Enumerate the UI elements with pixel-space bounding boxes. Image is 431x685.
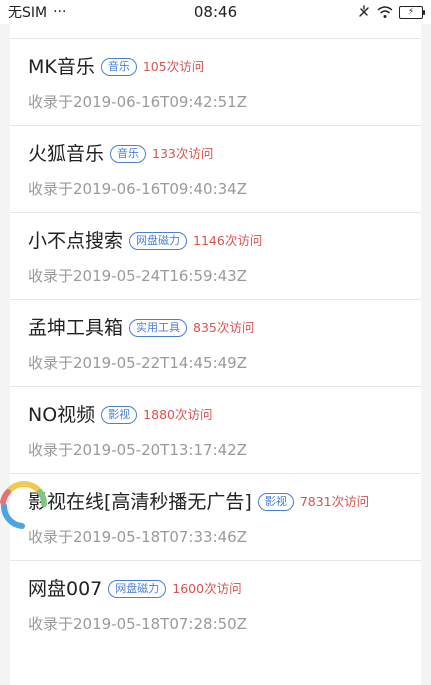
list-item[interactable]: NO视频 影视 1880次访问 收录于2019-05-20T13:17:42Z: [10, 386, 421, 473]
added-date: 收录于2019-06-16T09:40:34Z: [28, 180, 247, 198]
status-left: 无SIM ···: [8, 2, 66, 22]
item-title-row: 孟坤工具箱 实用工具 835次访问: [28, 314, 403, 342]
visit-count: 1146次访问: [193, 233, 263, 248]
category-tag[interactable]: 音乐: [110, 145, 147, 163]
category-tag[interactable]: 网盘磁力: [129, 232, 188, 250]
spinner-segment-green: [37, 489, 47, 507]
battery-icon: ⚡: [399, 5, 425, 19]
item-title: 火狐音乐: [28, 143, 105, 165]
visit-count: 835次访问: [193, 320, 255, 335]
item-title-row: 火狐音乐 音乐 133次访问: [28, 140, 403, 168]
category-tag[interactable]: 影视: [101, 406, 138, 424]
item-title-row: MK音乐 音乐 105次访问: [28, 53, 403, 81]
list-item[interactable]: MK音乐 音乐 105次访问 收录于2019-06-16T09:42:51Z: [10, 38, 421, 125]
spinner-segment-yellow: [5, 481, 43, 495]
added-date: 收录于2019-06-16T09:42:51Z: [28, 93, 247, 111]
item-title: 网盘007: [28, 578, 103, 600]
list-item[interactable]: 火狐音乐 音乐 133次访问 收录于2019-06-16T09:40:34Z: [10, 125, 421, 212]
site-list[interactable]: MK音乐 音乐 105次访问 收录于2019-06-16T09:42:51Z 火…: [10, 24, 421, 685]
list-item[interactable]: 小不点搜索 网盘磁力 1146次访问 收录于2019-05-24T16:59:4…: [10, 212, 421, 299]
added-date: 收录于2019-05-20T13:17:42Z: [28, 441, 247, 459]
added-date: 收录于2019-05-24T16:59:43Z: [28, 267, 247, 285]
wifi-icon: [377, 5, 393, 18]
category-tag[interactable]: 网盘磁力: [108, 580, 167, 598]
added-date: 收录于2019-05-18T07:33:46Z: [28, 528, 247, 546]
category-tag[interactable]: 影视: [257, 493, 294, 511]
signal-dots: ···: [53, 4, 67, 20]
visit-count: 1600次访问: [172, 581, 242, 596]
loading-spinner-icon: [0, 481, 47, 529]
item-title: NO视频: [28, 404, 96, 426]
item-title: 孟坤工具箱: [28, 317, 124, 339]
category-tag[interactable]: 实用工具: [129, 319, 188, 337]
list-item[interactable]: 影视在线[高清秒播无广告] 影视 7831次访问 收录于2019-05-18T0…: [10, 473, 421, 560]
category-tag[interactable]: 音乐: [100, 58, 137, 76]
status-bar: 无SIM ··· 08:46 ⚡: [0, 0, 431, 24]
item-title: 影视在线[高清秒播无广告]: [28, 491, 252, 513]
added-date: 收录于2019-05-18T07:28:50Z: [28, 615, 247, 633]
item-title-row: 网盘007 网盘磁力 1600次访问: [28, 575, 403, 603]
item-title: MK音乐: [28, 56, 95, 78]
visit-count: 1880次访问: [143, 407, 213, 422]
spinner-segment-red: [0, 489, 11, 505]
charging-icon: ⚡: [407, 6, 415, 17]
item-title-row: 影视在线[高清秒播无广告] 影视 7831次访问: [28, 488, 403, 516]
item-title: 小不点搜索: [28, 230, 124, 252]
added-date: 收录于2019-05-22T14:45:49Z: [28, 354, 247, 372]
spinner-segment-blue: [0, 503, 25, 529]
status-right: ⚡: [357, 5, 425, 19]
visit-count: 7831次访问: [299, 494, 370, 509]
list-item[interactable]: 网盘007 网盘磁力 1600次访问 收录于2019-05-18T07:28:5…: [10, 560, 421, 647]
status-time: 08:46: [193, 3, 238, 21]
carrier-label: 无SIM: [8, 5, 48, 21]
visit-count: 105次访问: [142, 59, 205, 74]
item-title-row: 小不点搜索 网盘磁力 1146次访问: [28, 227, 403, 255]
alarm-icon: [359, 5, 369, 17]
list-item[interactable]: 孟坤工具箱 实用工具 835次访问 收录于2019-05-22T14:45:49…: [10, 299, 421, 386]
visit-count: 133次访问: [152, 146, 214, 161]
item-title-row: NO视频 影视 1880次访问: [28, 401, 403, 429]
